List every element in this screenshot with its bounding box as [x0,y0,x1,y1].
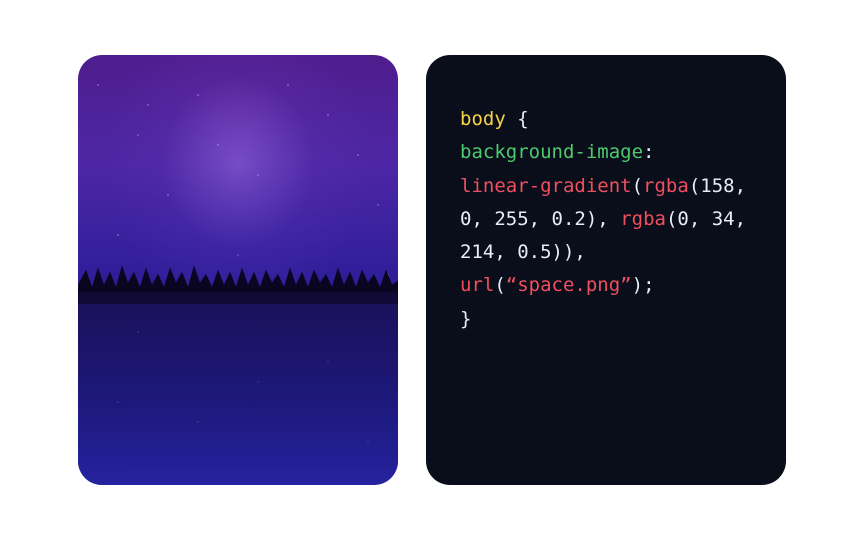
paren-open: ( [632,175,643,197]
code-line-5: } [460,303,752,336]
paren-close: ) [563,241,574,263]
reflection-layer [78,292,398,486]
comma: , [597,208,608,230]
func-linear-gradient: linear-gradient [460,175,632,197]
semicolon: ; [643,274,654,296]
paren-close: ) [632,274,643,296]
css-property: background-image [460,141,643,163]
url-string: “space.png” [506,274,632,296]
func-rgba: rgba [620,208,666,230]
brace-close: } [460,308,471,330]
code-line-1: body { [460,103,752,136]
comma: , [574,241,585,263]
preview-image [78,55,398,485]
code-block: body { background-image: linear-gradient… [426,55,786,485]
func-url: url [460,274,494,296]
code-line-3: linear-gradient(rgba(158, 0, 255, 0.2), … [460,170,752,270]
code-line-4: url(“space.png”); [460,269,752,302]
brace-open: { [506,108,529,130]
func-rgba: rgba [643,175,689,197]
colon: : [643,141,654,163]
code-line-2: background-image: [460,136,752,169]
reflection-stars [78,292,398,486]
paren-open: ( [494,274,505,296]
css-selector: body [460,108,506,130]
